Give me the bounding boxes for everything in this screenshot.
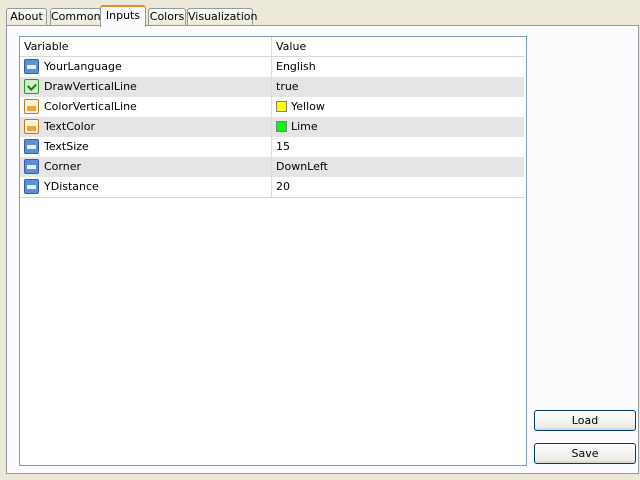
table-row[interactable]: YDistance 20 bbox=[20, 177, 524, 197]
tab-visualization[interactable]: Visualization bbox=[187, 8, 257, 25]
table-row[interactable]: TextColor Lime bbox=[20, 117, 524, 137]
tab-about[interactable]: About bbox=[6, 8, 47, 25]
variable-name: TextSize bbox=[44, 140, 89, 153]
header-divider[interactable] bbox=[271, 37, 272, 56]
variable-name: YDistance bbox=[44, 180, 99, 193]
value-cell[interactable]: 15 bbox=[271, 137, 524, 157]
color-icon bbox=[24, 119, 39, 134]
load-button[interactable]: Load bbox=[534, 410, 636, 431]
lime-color-swatch bbox=[276, 121, 287, 132]
number-icon bbox=[24, 139, 39, 154]
table-row[interactable]: ColorVerticalLine Yellow bbox=[20, 97, 524, 117]
tab-colors[interactable]: Colors bbox=[148, 8, 186, 25]
yellow-color-swatch bbox=[276, 101, 287, 112]
variable-cell: YourLanguage bbox=[24, 57, 270, 77]
table-row[interactable]: DrawVerticalLine true bbox=[20, 77, 524, 97]
variable-name: TextColor bbox=[44, 120, 95, 133]
table-row[interactable]: Corner DownLeft bbox=[20, 157, 524, 177]
header-variable[interactable]: Variable bbox=[24, 37, 270, 56]
number-icon bbox=[24, 179, 39, 194]
number-icon bbox=[24, 59, 39, 74]
value-cell[interactable]: 20 bbox=[271, 177, 524, 197]
variable-name: Corner bbox=[44, 160, 82, 173]
variable-cell: TextColor bbox=[24, 117, 270, 137]
variable-name: DrawVerticalLine bbox=[44, 80, 137, 93]
color-value-label: Yellow bbox=[291, 100, 325, 113]
grid-bottom-line bbox=[20, 197, 524, 198]
number-icon bbox=[24, 159, 39, 174]
inputs-grid[interactable]: Variable Value YourLanguage English Draw… bbox=[19, 36, 527, 466]
value-cell[interactable]: DownLeft bbox=[271, 157, 524, 177]
tab-common[interactable]: Common bbox=[50, 8, 101, 25]
variable-cell: ColorVerticalLine bbox=[24, 97, 270, 117]
table-row[interactable]: TextSize 15 bbox=[20, 137, 524, 157]
value-cell[interactable]: true bbox=[271, 77, 524, 97]
variable-cell: TextSize bbox=[24, 137, 270, 157]
variable-cell: YDistance bbox=[24, 177, 270, 197]
inputs-panel: Variable Value YourLanguage English Draw… bbox=[6, 25, 639, 474]
header-value[interactable]: Value bbox=[276, 37, 306, 56]
variable-name: ColorVerticalLine bbox=[44, 100, 137, 113]
color-value-label: Lime bbox=[291, 120, 318, 133]
variable-name: YourLanguage bbox=[44, 60, 122, 73]
table-row[interactable]: YourLanguage English bbox=[20, 57, 524, 77]
variable-cell: DrawVerticalLine bbox=[24, 77, 270, 97]
value-cell[interactable]: English bbox=[271, 57, 524, 77]
value-cell[interactable]: Lime bbox=[271, 117, 524, 137]
variable-cell: Corner bbox=[24, 157, 270, 177]
tab-inputs[interactable]: Inputs bbox=[100, 5, 146, 27]
value-cell[interactable]: Yellow bbox=[271, 97, 524, 117]
boolean-icon bbox=[24, 79, 39, 94]
color-icon bbox=[24, 99, 39, 114]
save-button[interactable]: Save bbox=[534, 443, 636, 464]
grid-header: Variable Value bbox=[20, 37, 524, 57]
